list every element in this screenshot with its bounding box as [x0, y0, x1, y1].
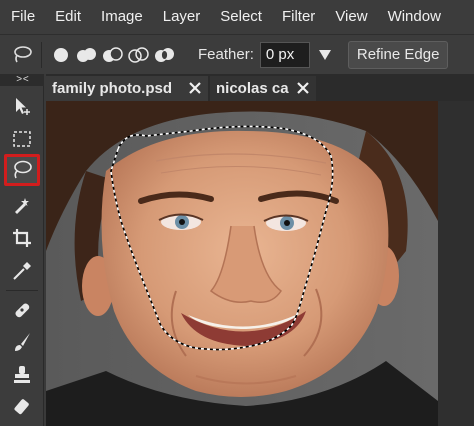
options-divider [41, 41, 42, 68]
new-selection-icon[interactable] [48, 42, 74, 68]
healing-brush-tool-icon[interactable] [4, 294, 40, 326]
quick-selection-tool-icon[interactable] [4, 189, 40, 221]
tab-nicolas[interactable]: nicolas ca [210, 76, 316, 101]
document-tab-bar: family photo.psd nicolas ca [46, 74, 474, 101]
add-to-selection-icon[interactable] [74, 42, 100, 68]
lasso-icon[interactable] [9, 42, 35, 68]
crop-tool-icon[interactable] [4, 222, 40, 254]
portrait-photo [46, 101, 438, 426]
eraser-tool-icon[interactable] [4, 391, 40, 423]
close-icon[interactable] [296, 81, 310, 95]
menu-file[interactable]: File [0, 0, 45, 34]
refine-edge-button[interactable]: Refine Edge [347, 40, 449, 69]
menu-image[interactable]: Image [91, 0, 153, 34]
tab-family-photo[interactable]: family photo.psd [46, 76, 208, 101]
tab-label: nicolas ca [216, 80, 289, 97]
menu-view[interactable]: View [325, 0, 377, 34]
menu-layer[interactable]: Layer [153, 0, 211, 34]
chevron-down-icon[interactable] [318, 48, 332, 62]
menu-window[interactable]: Window [378, 0, 451, 34]
subtract-from-selection-icon[interactable] [100, 42, 126, 68]
menu-bar: File Edit Image Layer Select Filter View… [0, 0, 474, 34]
intersect-selection-icon[interactable] [126, 42, 152, 68]
eyedropper-tool-icon[interactable] [4, 255, 40, 287]
options-bar: Feather: Refine Edge [0, 34, 474, 74]
menu-filter[interactable]: Filter [272, 0, 325, 34]
document-canvas[interactable] [46, 101, 438, 426]
menu-edit[interactable]: Edit [45, 0, 91, 34]
lasso-tool-icon[interactable] [4, 154, 40, 186]
collapse-toolbox-button[interactable]: > < [0, 74, 44, 86]
exclude-selection-icon[interactable] [152, 42, 178, 68]
stamp-tool-icon[interactable] [4, 359, 40, 391]
feather-input[interactable] [259, 41, 310, 68]
move-tool-icon[interactable] [4, 90, 40, 122]
menu-select[interactable]: Select [210, 0, 272, 34]
toolbox-divider [6, 290, 38, 291]
toolbox: > < [0, 74, 44, 426]
close-icon[interactable] [188, 81, 202, 95]
tab-label: family photo.psd [52, 80, 172, 97]
canvas-scroll-gutter [438, 101, 474, 426]
brush-tool-icon[interactable] [4, 326, 40, 358]
feather-label: Feather: [198, 46, 254, 63]
marquee-tool-icon[interactable] [4, 123, 40, 155]
